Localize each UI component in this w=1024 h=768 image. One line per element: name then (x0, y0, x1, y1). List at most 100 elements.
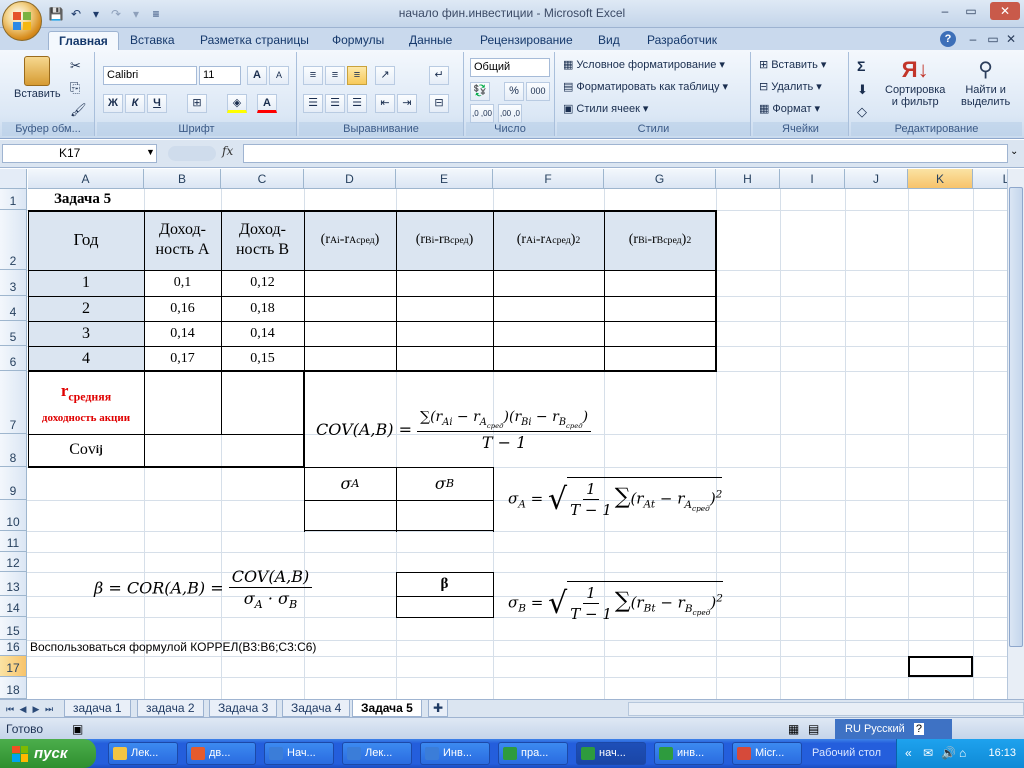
return-a-cell[interactable]: 0,14 (144, 321, 221, 346)
row-header-15[interactable]: 15 (0, 617, 27, 640)
row-header-6[interactable]: 6 (0, 346, 27, 371)
start-button[interactable]: пуск (0, 739, 96, 768)
year-cell[interactable]: 3 (28, 321, 144, 346)
increase-decimal-button[interactable]: ,0 ,00 (470, 104, 494, 123)
column-header-g[interactable]: G (604, 169, 716, 189)
currency-icon[interactable]: 💱 (470, 82, 490, 101)
workbook-close-button[interactable]: ✕ (1000, 30, 1022, 48)
fill-color-icon[interactable]: ◈ (227, 94, 247, 113)
row-header-7[interactable]: 7 (0, 371, 27, 434)
return-b-cell[interactable]: 0,15 (221, 346, 304, 371)
column-header-c[interactable]: C (221, 169, 304, 189)
row-header-13[interactable]: 13 (0, 572, 27, 596)
delete-cells-button[interactable]: ⊟ Удалить ▾ (759, 80, 822, 94)
taskbar-button[interactable]: дв... (186, 742, 256, 765)
taskbar-button[interactable]: Лек... (342, 742, 412, 765)
row-header-4[interactable]: 4 (0, 296, 27, 321)
sheet-tab-1[interactable]: задача 1 (64, 700, 131, 717)
workbook-minimize-button[interactable]: – (962, 30, 984, 48)
borders-icon[interactable]: ⊞ (187, 94, 207, 113)
macro-record-icon[interactable]: ▣ (72, 722, 83, 736)
column-header-d[interactable]: D (304, 169, 396, 189)
tab-review[interactable]: Рецензирование (470, 31, 583, 50)
vertical-scrollbar[interactable] (1007, 169, 1024, 699)
column-header-f[interactable]: F (493, 169, 604, 189)
tab-data[interactable]: Данные (399, 31, 462, 50)
first-sheet-icon[interactable]: ⏮ (4, 702, 16, 716)
row-header-10[interactable]: 10 (0, 500, 27, 531)
shrink-font-button[interactable]: A (269, 66, 289, 85)
align-middle-icon[interactable]: ≡ (325, 66, 345, 85)
year-cell[interactable]: 2 (28, 296, 144, 321)
formula-input[interactable] (243, 144, 1008, 163)
row-header-9[interactable]: 9 (0, 467, 27, 500)
normal-view-icon[interactable]: ▦ (788, 722, 799, 736)
taskbar-button[interactable]: нач... (576, 742, 646, 765)
align-bottom-icon[interactable]: ≡ (347, 66, 367, 85)
align-right-icon[interactable]: ☰ (347, 94, 367, 113)
horizontal-scrollbar[interactable] (628, 702, 1024, 716)
number-format-select[interactable]: Общий (470, 58, 550, 77)
minimize-button[interactable]: – (934, 2, 956, 20)
expand-formula-bar-icon[interactable]: ⌄ (1010, 146, 1018, 157)
cut-icon[interactable]: ✂ (70, 58, 81, 74)
taskbar-button[interactable]: инв... (654, 742, 724, 765)
decrease-indent-icon[interactable]: ⇤ (375, 94, 395, 113)
tray-expand-icon[interactable]: « (905, 746, 912, 760)
vertical-scroll-thumb[interactable] (1009, 187, 1023, 647)
year-cell[interactable]: 4 (28, 346, 144, 371)
increase-indent-icon[interactable]: ⇥ (397, 94, 417, 113)
column-header-e[interactable]: E (396, 169, 493, 189)
active-cell-k17[interactable] (908, 656, 973, 677)
row-header-1[interactable]: 1 (0, 189, 27, 210)
fill-icon[interactable]: ⬇ (857, 82, 868, 98)
row-header-18[interactable]: 18 (0, 677, 27, 699)
page-layout-view-icon[interactable]: ▤ (808, 722, 819, 736)
column-header-a[interactable]: A (28, 169, 144, 189)
row-header-8[interactable]: 8 (0, 434, 27, 467)
font-name-select[interactable]: Calibri (103, 66, 197, 85)
thousands-button[interactable]: 000 (526, 82, 550, 101)
column-header-h[interactable]: H (716, 169, 780, 189)
copy-icon[interactable]: ⎘ (70, 80, 80, 96)
row-header-3[interactable]: 3 (0, 270, 27, 296)
return-b-cell[interactable]: 0,12 (221, 270, 304, 296)
tab-view[interactable]: Вид (588, 31, 630, 50)
last-sheet-icon[interactable]: ⏭ (43, 702, 55, 716)
tab-page-layout[interactable]: Разметка страницы (190, 31, 319, 50)
row-header-14[interactable]: 14 (0, 596, 27, 617)
underline-button[interactable]: Ч (147, 94, 167, 113)
row-header-5[interactable]: 5 (0, 321, 27, 346)
tray-network-icon[interactable]: ⌂ (959, 746, 966, 760)
row-header-2[interactable]: 2 (0, 210, 27, 270)
row-header-11[interactable]: 11 (0, 531, 27, 552)
taskbar-button[interactable]: пра... (498, 742, 568, 765)
column-header-b[interactable]: B (144, 169, 221, 189)
taskbar-button[interactable]: Нач... (264, 742, 334, 765)
worksheet-grid[interactable]: ABCDEFGHIJKL 1 2 3 4 5 6 7 8 9 10 11 12 13 14 15 16 17 18… (0, 169, 1024, 699)
formula-bar-splitter[interactable] (168, 146, 216, 161)
cell-styles-button[interactable]: ▣ Стили ячеек ▾ (563, 102, 648, 116)
tab-developer[interactable]: Разработчик (637, 31, 727, 50)
insert-function-button[interactable]: fx (222, 144, 233, 158)
taskbar-button[interactable]: Лек... (108, 742, 178, 765)
align-top-icon[interactable]: ≡ (303, 66, 323, 85)
row-header-17[interactable]: 17 (0, 656, 27, 677)
name-box-dropdown-icon[interactable]: ▼ (146, 147, 155, 157)
prev-sheet-icon[interactable]: ◀ (17, 702, 29, 716)
return-a-cell[interactable]: 0,1 (144, 270, 221, 296)
italic-button[interactable]: К (125, 94, 145, 113)
office-button[interactable] (2, 1, 42, 41)
taskbar-button[interactable]: Инв... (420, 742, 490, 765)
insert-cells-button[interactable]: ⊞ Вставить ▾ (759, 58, 826, 72)
decrease-decimal-button[interactable]: ,00 ,0 (498, 104, 522, 123)
format-painter-icon[interactable]: 🖌 (70, 102, 87, 118)
tab-formulas[interactable]: Формулы (322, 31, 394, 50)
help-icon[interactable]: ? (940, 31, 956, 47)
select-all-corner[interactable] (0, 169, 27, 189)
font-color-button[interactable]: A (257, 94, 277, 113)
tab-insert[interactable]: Вставка (120, 31, 185, 50)
year-cell[interactable]: 1 (28, 270, 144, 296)
column-header-j[interactable]: J (845, 169, 908, 189)
next-sheet-icon[interactable]: ▶ (30, 702, 42, 716)
